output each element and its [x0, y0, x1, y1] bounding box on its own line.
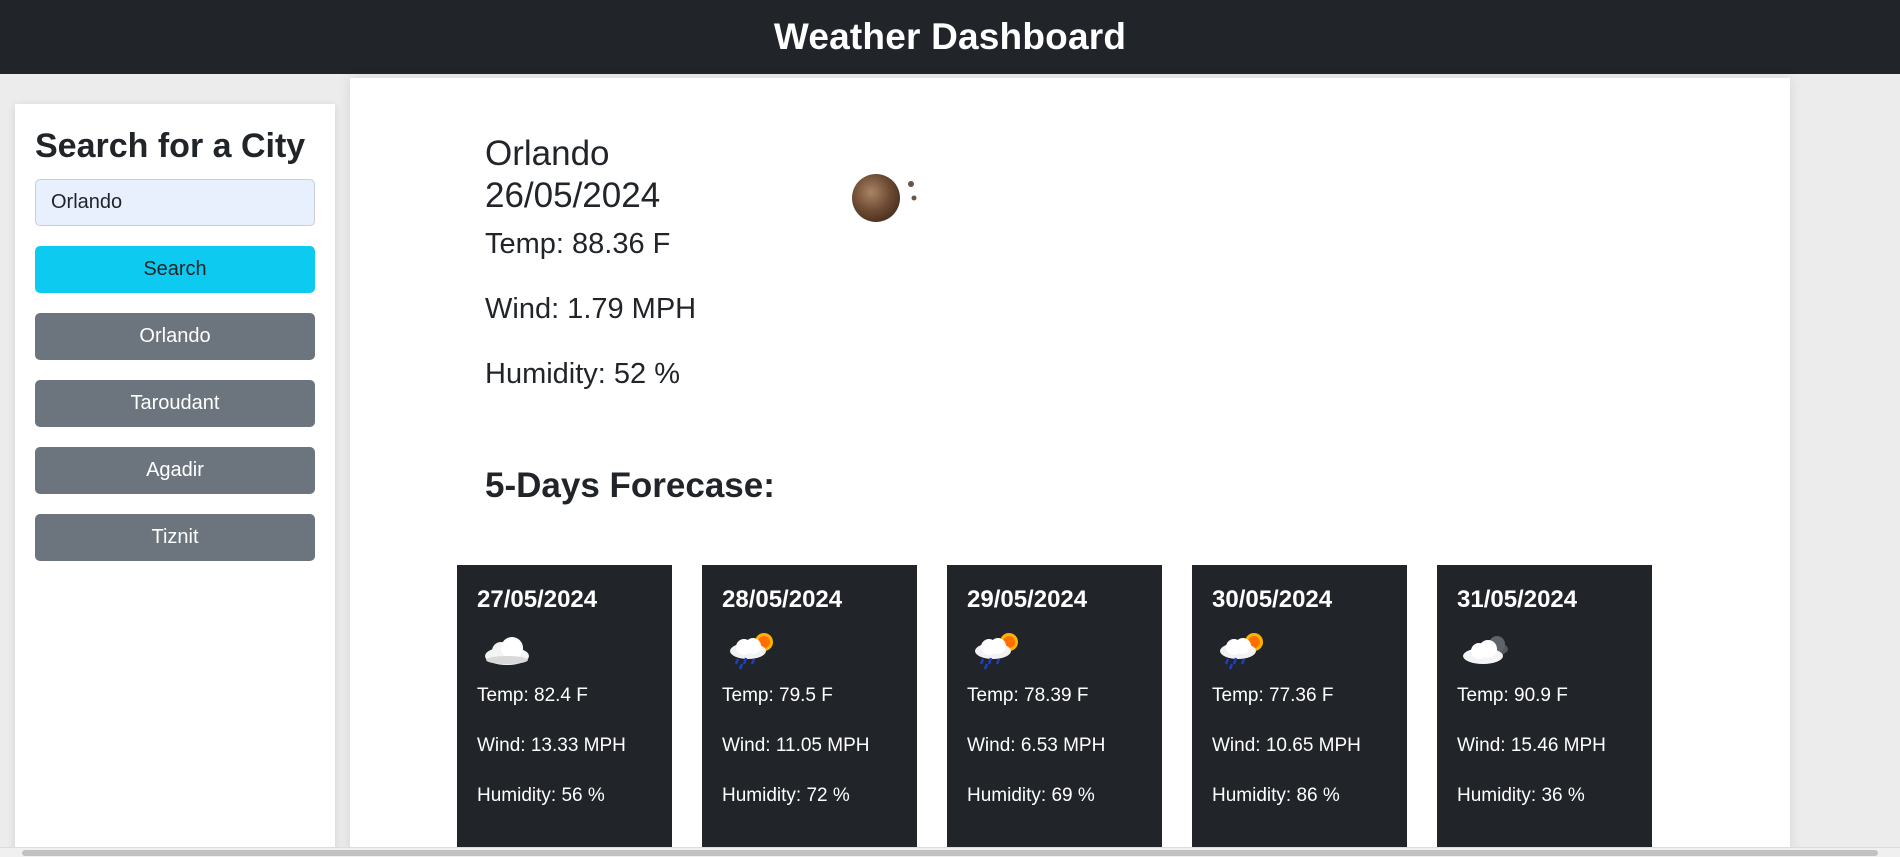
forecast-temp: Temp: 77.36 F	[1212, 685, 1334, 706]
forecast-title: 5-Days Forecase:	[485, 466, 775, 505]
scrollbar-thumb[interactable]	[22, 850, 1878, 856]
history-button-orlando[interactable]: Orlando	[35, 312, 315, 360]
city-search-input[interactable]	[35, 178, 315, 226]
sun-rain-icon	[730, 633, 773, 670]
clear-night-icon	[852, 174, 917, 222]
forecast-date: 27/05/2024	[477, 586, 598, 613]
sidebar-title: Search for a City	[35, 127, 306, 165]
forecast-humidity: Humidity: 69 %	[967, 785, 1095, 806]
forecast-card: 27/05/2024 Temp: 82.4 F Wind: 13.33 MPH …	[457, 565, 672, 857]
history-button-taroudant[interactable]: Taroudant	[35, 379, 315, 427]
current-weather: Orlando 26/05/2024 Temp: 88.36 F Wind: 1…	[485, 133, 696, 392]
forecast-temp: Temp: 82.4 F	[477, 685, 588, 706]
current-city: Orlando	[485, 134, 610, 173]
forecast-card: 29/05/2024 Temp: 78.39 F Wind: 6.53 MPH …	[947, 565, 1162, 857]
forecast-card: 30/05/2024 Temp: 77.36 F Wind: 10.65 MPH…	[1192, 565, 1407, 857]
cloud-icon	[485, 637, 529, 665]
search-sidebar: Search for a City Search Orlando Tarouda…	[15, 104, 335, 857]
forecast-date: 31/05/2024	[1457, 586, 1578, 613]
forecast-humidity: Humidity: 72 %	[722, 785, 850, 806]
forecast-wind: Wind: 6.53 MPH	[967, 735, 1106, 756]
forecast-date: 30/05/2024	[1212, 586, 1333, 613]
forecast-wind: Wind: 15.46 MPH	[1457, 735, 1606, 756]
history-button-agadir[interactable]: Agadir	[35, 446, 315, 494]
sun-rain-icon	[975, 633, 1018, 670]
forecast-card: 31/05/2024 Temp: 90.9 F Wind: 15.46 MPH …	[1437, 565, 1652, 857]
forecast-date: 29/05/2024	[967, 586, 1088, 613]
forecast-card: 28/05/2024 Temp: 79.5 F Wind: 11.05 MPH …	[702, 565, 917, 857]
sun-rain-icon	[1220, 633, 1263, 670]
forecast-humidity: Humidity: 56 %	[477, 785, 605, 806]
forecast-date: 28/05/2024	[722, 586, 843, 613]
forecast-temp: Temp: 90.9 F	[1457, 685, 1568, 706]
forecast-humidity: Humidity: 86 %	[1212, 785, 1340, 806]
current-date: 26/05/2024	[485, 176, 661, 215]
history-button-tiznit[interactable]: Tiznit	[35, 513, 315, 561]
current-temp: Temp: 88.36 F	[485, 228, 671, 260]
forecast-humidity: Humidity: 36 %	[1457, 785, 1585, 806]
current-wind: Wind: 1.79 MPH	[485, 293, 697, 325]
search-button[interactable]: Search	[35, 245, 315, 293]
app-title: Weather Dashboard	[773, 16, 1127, 57]
forecast-temp: Temp: 79.5 F	[722, 685, 833, 706]
broken-clouds-icon	[1463, 636, 1508, 664]
forecast-wind: Wind: 13.33 MPH	[477, 735, 626, 756]
weather-main-panel: Orlando 26/05/2024 Temp: 88.36 F Wind: 1…	[350, 78, 1790, 857]
top-bar: Weather Dashboard	[0, 0, 1900, 74]
current-humidity: Humidity: 52 %	[485, 358, 681, 390]
horizontal-scrollbar[interactable]	[0, 847, 1900, 857]
forecast-wind: Wind: 10.65 MPH	[1212, 735, 1361, 756]
forecast-wind: Wind: 11.05 MPH	[722, 735, 870, 756]
forecast-temp: Temp: 78.39 F	[967, 685, 1089, 706]
